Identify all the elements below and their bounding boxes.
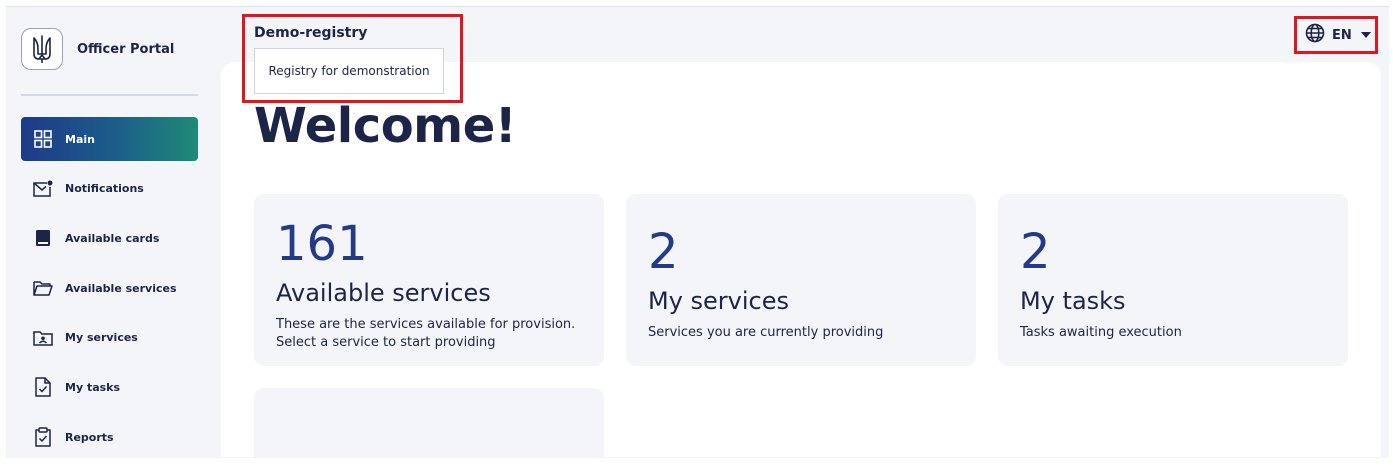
card-my-tasks[interactable]: 2 My tasks Tasks awaiting execution xyxy=(998,194,1348,366)
sidebar-item-label: Available cards xyxy=(65,231,160,245)
sidebar-item-label: My tasks xyxy=(65,380,121,394)
card-description: These are the services available for pro… xyxy=(276,316,575,352)
card-description: Services you are currently providing xyxy=(648,325,884,340)
card-available-services[interactable]: 161 Available services These are the ser… xyxy=(254,194,604,366)
card-count: 161 xyxy=(276,216,368,272)
sidebar: Officer Portal Main Notifications Availa… xyxy=(6,7,206,458)
app-title: Officer Portal xyxy=(77,41,175,57)
sidebar-item-my-tasks[interactable]: My tasks xyxy=(21,365,198,409)
chevron-down-icon xyxy=(1360,32,1371,38)
grid-icon xyxy=(33,129,53,149)
card-title: My services xyxy=(648,287,790,315)
registry-title[interactable]: Demo-registry xyxy=(254,25,367,41)
clipboard-check-icon xyxy=(33,427,53,447)
folder-icon xyxy=(33,278,53,298)
sidebar-item-available-services[interactable]: Available services xyxy=(21,266,198,310)
card-description: Tasks awaiting execution xyxy=(1020,325,1182,340)
globe-icon xyxy=(1305,23,1325,47)
registry-description-tooltip: Registry for demonstration xyxy=(254,48,444,94)
language-label: EN xyxy=(1332,27,1352,43)
card-title: Available services xyxy=(276,279,491,307)
brand[interactable]: Officer Portal xyxy=(21,28,174,70)
language-selector[interactable]: EN xyxy=(1294,16,1378,54)
user-folder-icon xyxy=(33,328,53,348)
task-document-icon xyxy=(33,377,53,398)
card-description-line: Select a service to start providing xyxy=(276,335,496,350)
card-icon xyxy=(33,228,53,248)
sidebar-item-label: Available services xyxy=(65,281,177,295)
sidebar-item-label: Reports xyxy=(65,430,114,444)
sidebar-item-label: Notifications xyxy=(65,182,144,196)
sidebar-item-my-services[interactable]: My services xyxy=(21,316,198,360)
card-description-line: These are the services available for pro… xyxy=(276,317,576,332)
card-partial[interactable] xyxy=(254,388,604,457)
card-count: 2 xyxy=(1020,224,1051,280)
card-title: My tasks xyxy=(1020,287,1126,315)
sidebar-item-main[interactable]: Main xyxy=(21,117,198,161)
page-title: Welcome! xyxy=(254,98,517,154)
sidebar-nav: Main Notifications Available cards Avail… xyxy=(21,117,198,465)
sidebar-item-reports[interactable]: Reports xyxy=(21,415,198,459)
trident-logo-icon xyxy=(21,28,63,70)
card-count: 2 xyxy=(648,224,679,280)
sidebar-item-label: Main xyxy=(65,132,95,146)
sidebar-item-available-cards[interactable]: Available cards xyxy=(21,216,198,260)
sidebar-item-label: My services xyxy=(65,331,138,345)
envelope-notification-icon xyxy=(33,179,53,199)
sidebar-item-notifications[interactable]: Notifications xyxy=(21,167,198,211)
card-my-services[interactable]: 2 My services Services you are currently… xyxy=(626,194,976,366)
sidebar-divider xyxy=(21,94,198,96)
